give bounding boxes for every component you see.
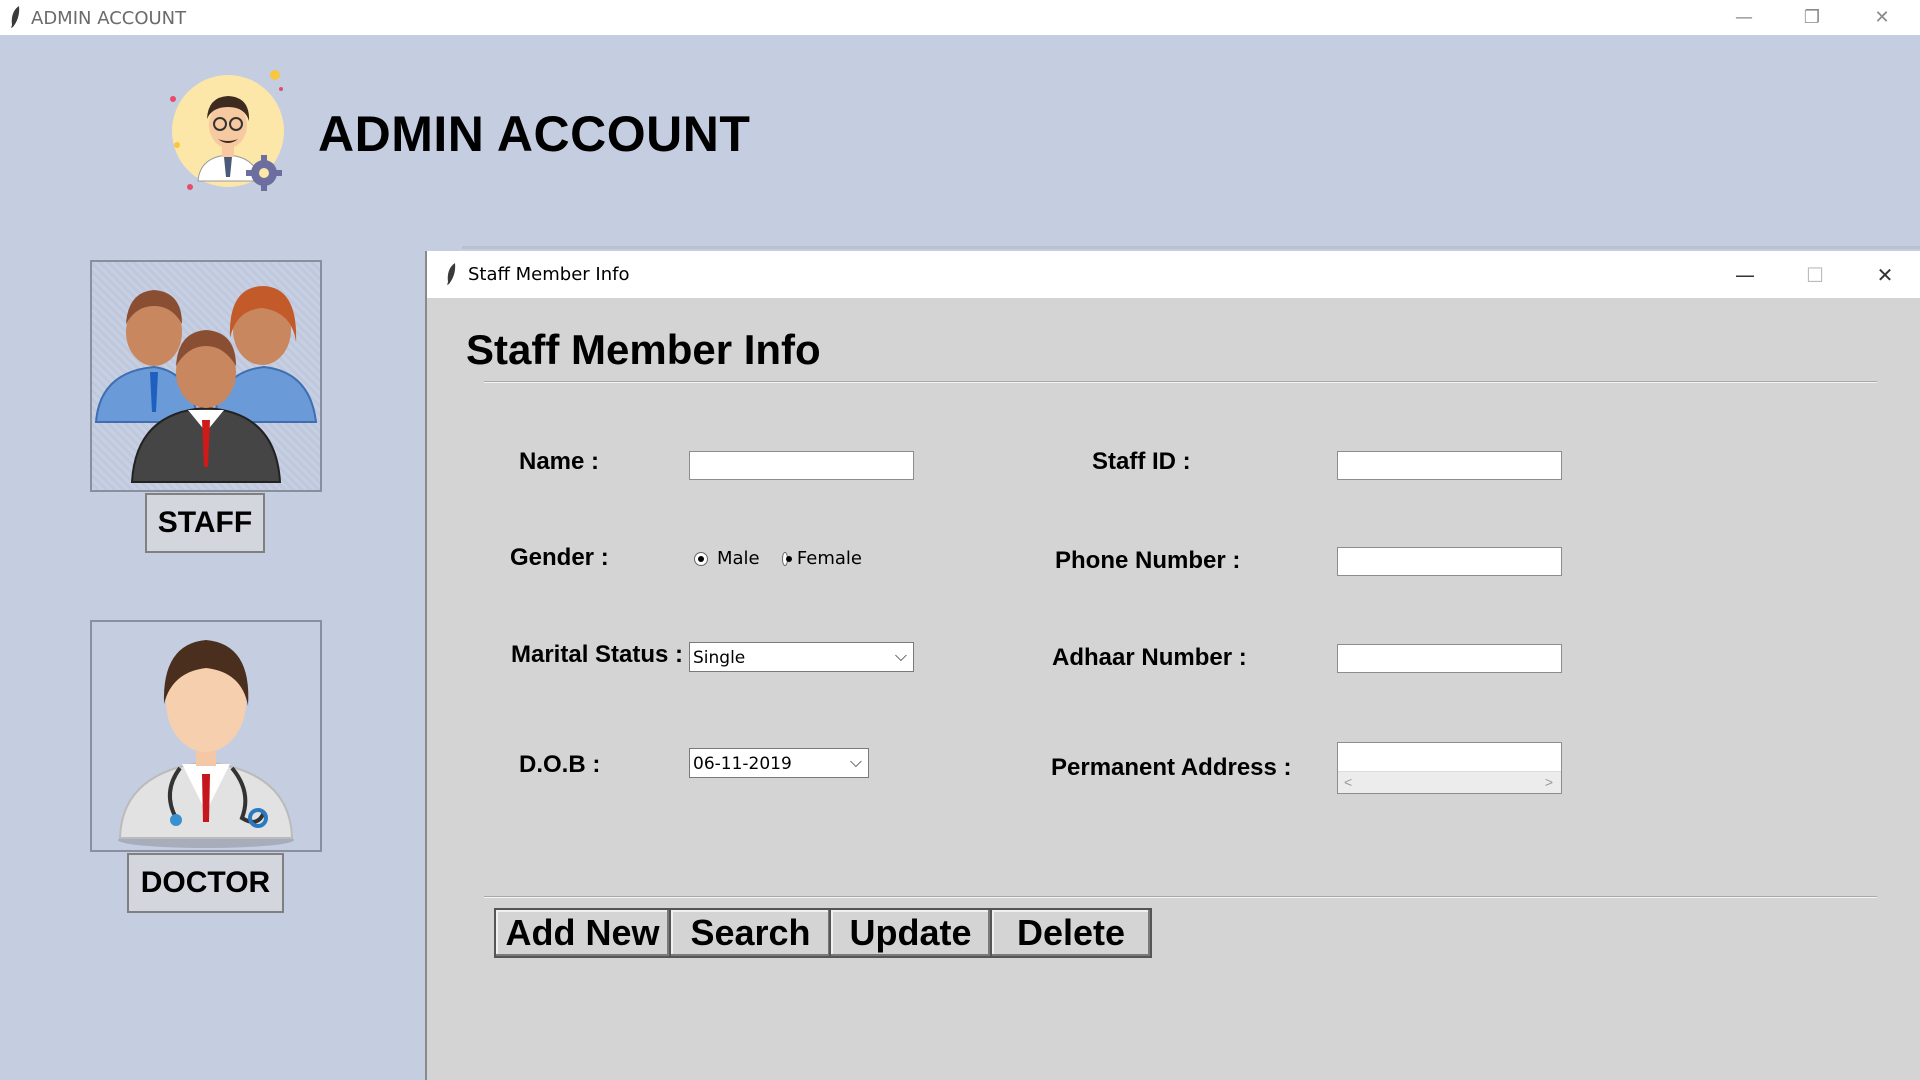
scroll-left-icon[interactable]: <: [1344, 774, 1352, 790]
marital-status-select[interactable]: Single ⌵: [689, 642, 914, 672]
permanent-address-label: Permanent Address :: [1051, 754, 1292, 781]
chevron-down-icon: ⌵: [849, 752, 862, 771]
update-button[interactable]: Update: [829, 908, 992, 958]
close-icon: ✕: [1876, 262, 1894, 287]
maximize-icon: ☐: [1806, 262, 1824, 287]
dob-date-picker[interactable]: 06-11-2019 ⌵: [689, 748, 869, 778]
child-minimize-button[interactable]: —: [1710, 251, 1780, 298]
staff-id-input[interactable]: [1337, 451, 1562, 480]
form-heading: Staff Member Info: [466, 326, 821, 373]
gender-female-radio[interactable]: Female: [782, 548, 862, 569]
horizontal-scrollbar[interactable]: < >: [1338, 771, 1561, 793]
close-icon: ✕: [1874, 7, 1890, 28]
feather-icon: [11, 6, 20, 28]
marital-status-value: Single: [693, 648, 746, 668]
child-title-bar: Staff Member Info — ☐ ✕: [427, 251, 1920, 298]
staff-button[interactable]: STAFF: [145, 493, 265, 553]
minimize-icon: —: [1735, 262, 1755, 287]
gender-female-label: Female: [796, 548, 862, 569]
search-button[interactable]: Search: [669, 908, 832, 958]
chevron-down-icon: ⌵: [894, 646, 907, 665]
gender-male-label: Male: [717, 548, 760, 569]
restore-button[interactable]: ❐: [1782, 0, 1842, 35]
window-edge: [462, 246, 1920, 249]
doctor-icon: [118, 640, 294, 848]
name-label: Name :: [519, 448, 600, 475]
adhaar-number-input[interactable]: [1337, 644, 1562, 673]
staff-image-button[interactable]: [90, 260, 322, 492]
dob-label: D.O.B :: [519, 751, 601, 778]
feather-icon: [447, 263, 456, 285]
doctor-button[interactable]: DOCTOR: [127, 853, 284, 913]
staff-group-icon: [94, 286, 318, 483]
close-button[interactable]: ✕: [1852, 0, 1912, 35]
phone-number-input[interactable]: [1337, 547, 1562, 576]
minimize-icon: —: [1735, 7, 1753, 28]
adhaar-number-label: Adhaar Number :: [1052, 644, 1247, 671]
permanent-address-input[interactable]: < >: [1337, 742, 1562, 794]
staff-id-label: Staff ID :: [1092, 448, 1191, 475]
child-window-title: Staff Member Info: [468, 264, 630, 285]
add-new-button[interactable]: Add New: [494, 908, 671, 958]
child-maximize-button[interactable]: ☐: [1780, 251, 1850, 298]
dob-value: 06-11-2019: [693, 754, 792, 774]
doctor-image-button[interactable]: [90, 620, 322, 852]
admin-avatar-icon: [170, 70, 284, 191]
phone-number-label: Phone Number :: [1055, 547, 1241, 574]
gender-label: Gender :: [510, 544, 609, 571]
window-title: ADMIN ACCOUNT: [31, 8, 187, 29]
gender-male-radio[interactable]: Male: [694, 548, 760, 569]
marital-status-label: Marital Status :: [511, 641, 684, 668]
main-title-bar: ADMIN ACCOUNT — ❐ ✕: [0, 0, 1920, 35]
scroll-right-icon[interactable]: >: [1545, 774, 1553, 790]
radio-indicator: [782, 551, 792, 566]
minimize-button[interactable]: —: [1714, 0, 1774, 35]
restore-icon: ❐: [1803, 7, 1821, 28]
page-title: ADMIN ACCOUNT: [318, 106, 751, 162]
child-close-button[interactable]: ✕: [1850, 251, 1920, 298]
name-input[interactable]: [689, 451, 914, 480]
delete-button[interactable]: Delete: [990, 908, 1152, 958]
radio-indicator: [694, 551, 708, 566]
